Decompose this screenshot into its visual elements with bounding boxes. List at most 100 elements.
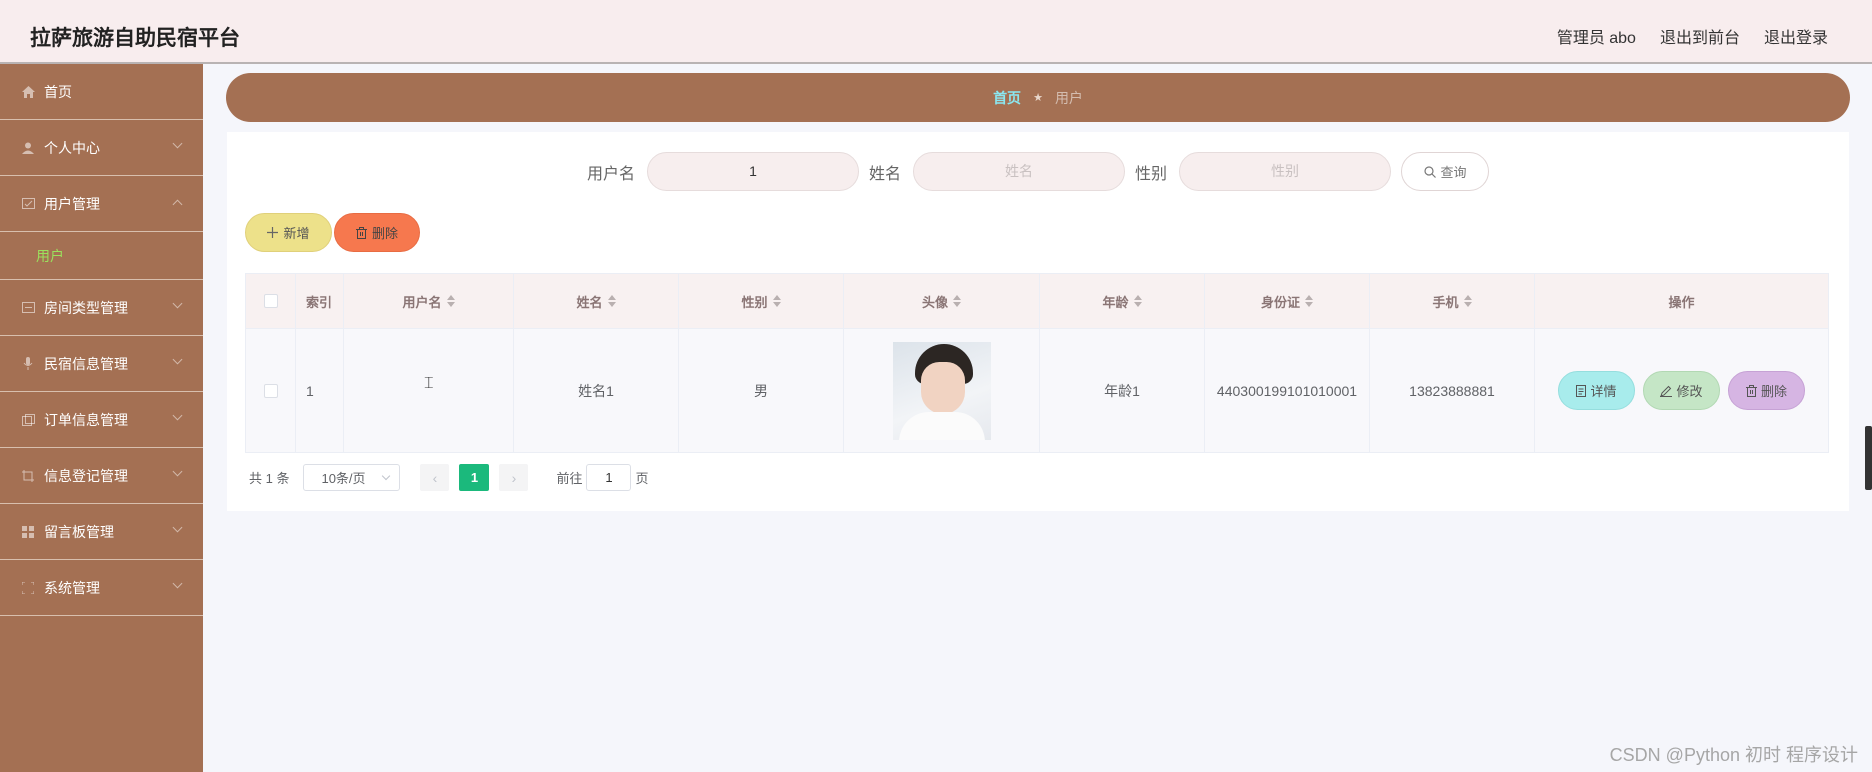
edit-button-label: 修改	[1676, 384, 1703, 399]
row-checkbox[interactable]	[263, 383, 278, 398]
table-row: 1 ⌶ 姓名1 男 年龄1 440300199101010001 1382388…	[246, 328, 1828, 452]
cell-avatar	[844, 329, 1040, 452]
detail-button[interactable]: 详情	[1558, 371, 1635, 410]
username-label: 用户名	[586, 165, 635, 183]
sidebar-item-label: 民宿信息管理	[44, 355, 128, 372]
edit-button[interactable]: 修改	[1643, 371, 1720, 410]
scrollbar-thumb[interactable]	[1865, 426, 1872, 490]
prev-page-button[interactable]: ‹	[420, 464, 450, 491]
username-input[interactable]: 1	[646, 152, 859, 191]
sidebar-item-label: 订单信息管理	[44, 411, 128, 428]
cell-age: 年龄1	[1040, 329, 1205, 452]
admin-user-label[interactable]: 管理员 abo	[1557, 24, 1636, 48]
column-header-label: 姓名	[576, 294, 603, 310]
sidebar-item-info-register[interactable]: 信息登记管理	[0, 448, 203, 504]
sort-icon[interactable]	[1133, 295, 1142, 307]
avatar[interactable]	[892, 341, 991, 440]
column-header-label: 手机	[1432, 294, 1459, 310]
search-bar: 用户名 1 姓名 姓名 性别 性别 查询	[227, 152, 1849, 191]
add-button-label: 新增	[283, 226, 310, 241]
page-number-current[interactable]: 1	[459, 464, 490, 491]
sort-icon[interactable]	[1463, 295, 1472, 307]
sidebar-item-personal-center[interactable]: 个人中心	[0, 120, 203, 176]
logout-link[interactable]: 退出登录	[1764, 24, 1828, 48]
sidebar-item-order-info[interactable]: 订单信息管理	[0, 392, 203, 448]
chevron-down-icon	[382, 471, 391, 481]
select-all-cell	[246, 274, 296, 328]
row-select-cell	[246, 329, 296, 452]
column-header-age[interactable]: 年龄	[1040, 274, 1205, 328]
sidebar-item-user-management[interactable]: 用户管理	[0, 176, 203, 232]
user-table: 索引 用户名 姓名 性别 头像 年龄 身份证 手机 操作 1 ⌶ 姓名1 男 年…	[245, 273, 1829, 453]
goto-label: 前往	[556, 471, 583, 486]
sidebar-subitem-user[interactable]: 用户	[0, 232, 203, 280]
exit-to-front-link[interactable]: 退出到前台	[1660, 24, 1740, 48]
column-header-label: 索引	[306, 294, 333, 310]
column-header-gender[interactable]: 性别	[679, 274, 844, 328]
pagination: 共 1 条 10条/页 ‹ 1 › 前往 1 页	[249, 464, 649, 491]
column-header-id-card[interactable]: 身份证	[1205, 274, 1370, 328]
gender-input[interactable]: 性别	[1179, 152, 1392, 191]
sort-icon[interactable]	[607, 295, 616, 307]
header-actions: 管理员 abo 退出到前台 退出登录	[1557, 24, 1828, 48]
edit-icon	[1660, 385, 1673, 397]
query-button[interactable]: 查询	[1401, 152, 1490, 191]
name-label: 姓名	[868, 165, 901, 183]
column-header-actions: 操作	[1535, 274, 1828, 328]
app-title: 拉萨旅游自助民宿平台	[30, 27, 240, 50]
sort-icon[interactable]	[953, 295, 961, 307]
breadcrumb-separator-icon: ★	[1033, 92, 1043, 104]
row-delete-button[interactable]: 删除	[1728, 371, 1805, 410]
sort-icon[interactable]	[1305, 295, 1313, 307]
search-icon	[1423, 165, 1436, 178]
trash-icon	[355, 226, 367, 239]
name-input[interactable]: 姓名	[913, 152, 1125, 191]
mic-icon	[20, 356, 36, 372]
sidebar-item-system[interactable]: 系统管理	[0, 560, 203, 616]
sort-icon[interactable]	[446, 295, 455, 307]
goto-page-input[interactable]: 1	[586, 464, 632, 491]
sort-icon[interactable]	[772, 295, 781, 307]
add-button[interactable]: 新增	[245, 213, 332, 252]
chevron-down-icon	[172, 466, 183, 477]
room-icon	[20, 300, 36, 316]
column-header-avatar[interactable]: 头像	[844, 274, 1040, 328]
register-icon	[20, 468, 36, 484]
chevron-down-icon	[172, 138, 183, 149]
sidebar-item-label: 系统管理	[44, 579, 100, 596]
column-header-username[interactable]: 用户名	[344, 274, 514, 328]
chevron-down-icon	[172, 522, 183, 533]
sidebar-item-label: 首页	[44, 83, 72, 100]
sidebar-item-homestay-info[interactable]: 民宿信息管理	[0, 336, 203, 392]
main-panel: 用户名 1 姓名 姓名 性别 性别 查询 新增 删除 索引 用户名 姓名 性别 …	[227, 132, 1849, 511]
next-page-button[interactable]: ›	[499, 464, 529, 491]
plus-icon	[267, 227, 279, 238]
top-header: 拉萨旅游自助民宿平台 管理员 abo 退出到前台 退出登录	[0, 0, 1872, 64]
page-size-select[interactable]: 10条/页	[303, 464, 401, 491]
chevron-down-icon	[172, 298, 183, 309]
home-icon	[20, 84, 36, 100]
chevron-up-icon	[172, 199, 183, 210]
batch-delete-button[interactable]: 删除	[334, 213, 420, 252]
column-header-label: 操作	[1668, 294, 1695, 310]
batch-delete-button-label: 删除	[371, 226, 398, 241]
column-header-phone[interactable]: 手机	[1370, 274, 1535, 328]
column-header-name[interactable]: 姓名	[514, 274, 679, 328]
total-count: 共 1 条	[249, 471, 290, 486]
chevron-down-icon	[172, 354, 183, 365]
sidebar-item-label: 信息登记管理	[44, 467, 128, 484]
row-action-buttons: 详情 修改 删除	[1558, 371, 1805, 410]
sidebar-item-home[interactable]: 首页	[0, 64, 203, 120]
sidebar-item-room-type[interactable]: 房间类型管理	[0, 280, 203, 336]
sidebar-item-message-board[interactable]: 留言板管理	[0, 504, 203, 560]
grid-icon	[20, 524, 36, 540]
chevron-down-icon	[172, 410, 183, 421]
sidebar-item-label: 个人中心	[44, 139, 100, 156]
select-all-checkbox[interactable]	[263, 294, 278, 308]
cell-username: ⌶	[344, 329, 514, 452]
person-icon	[20, 140, 36, 156]
breadcrumb-home[interactable]: 首页	[993, 88, 1021, 108]
row-delete-button-label: 删除	[1760, 384, 1787, 399]
gender-label: 性别	[1135, 165, 1168, 183]
column-header-label: 身份证	[1260, 294, 1300, 310]
